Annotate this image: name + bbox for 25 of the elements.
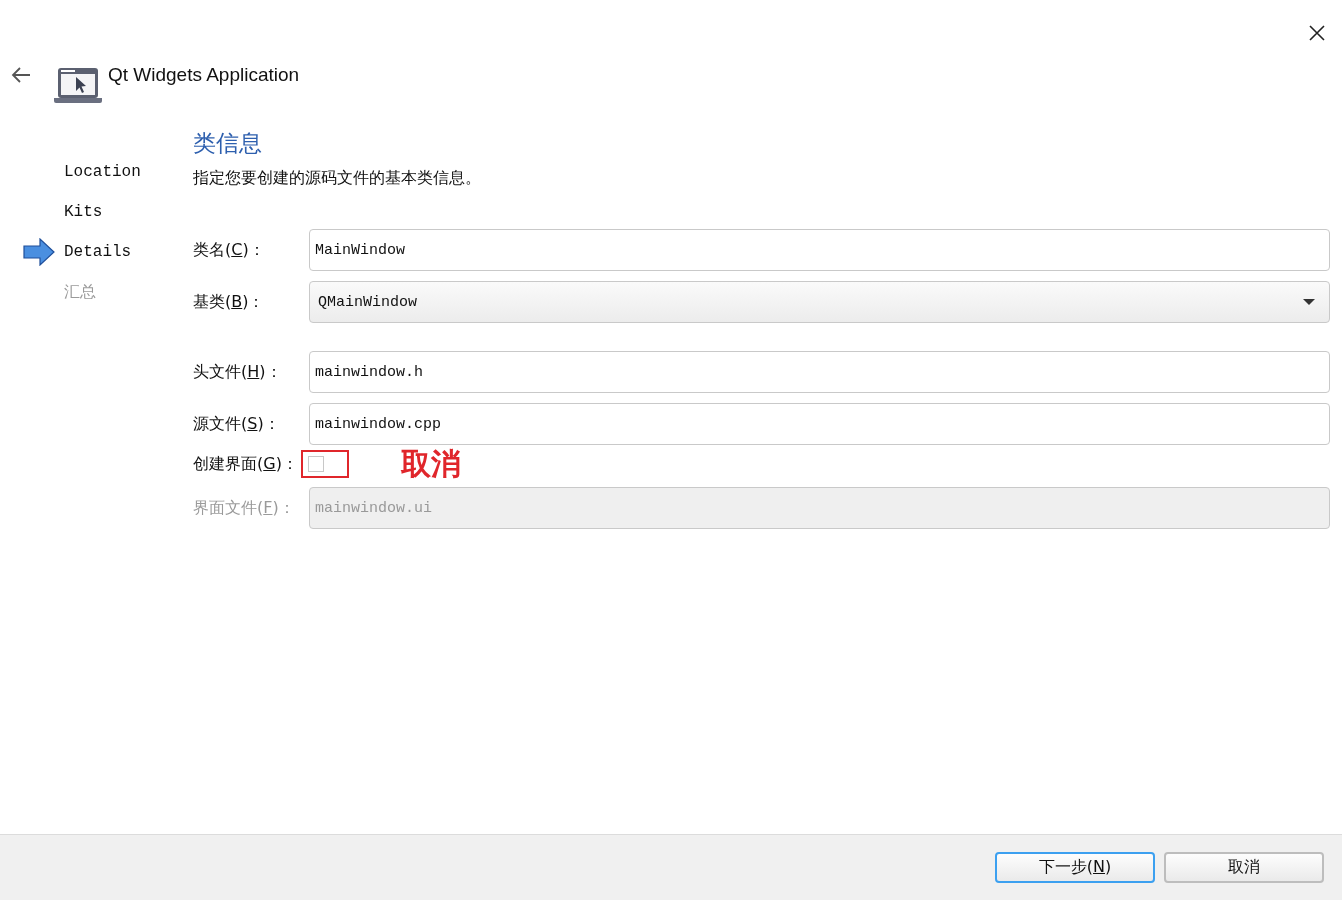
field-label: 源文件(S)： [193, 413, 281, 435]
page-description: 指定您要创建的源码文件的基本类信息。 [193, 168, 482, 189]
close-icon [1308, 24, 1326, 42]
window-title: Qt Widgets Application [108, 64, 300, 86]
wizard-step: Location [64, 163, 141, 181]
wizard-step: Details [64, 243, 132, 261]
field-label: 界面文件(F)： [193, 497, 296, 519]
wizard-step: 汇总 [64, 281, 96, 303]
dropdown[interactable]: QMainWindow [309, 281, 1330, 323]
checkbox[interactable] [308, 456, 324, 472]
annotation-text: 取消 [401, 444, 461, 483]
caret-icon [1303, 299, 1315, 305]
page-heading: 类信息 [193, 129, 263, 158]
field-label: 创建界面(G)： [193, 453, 299, 475]
field-label: 基类(B)： [193, 291, 266, 313]
dialog-button[interactable]: 下一步(N) [995, 852, 1155, 883]
text-field[interactable]: MainWindow [309, 229, 1330, 271]
wizard-step: Kits [64, 203, 103, 221]
text-field[interactable]: mainwindow.cpp [309, 403, 1330, 445]
field-label: 头文件(H)： [193, 361, 283, 383]
laptop-cursor-icon [54, 67, 102, 103]
dialog-button[interactable]: 取消 [1164, 852, 1324, 883]
field-label: 类名(C)： [193, 239, 266, 261]
back-arrow-icon [10, 66, 32, 84]
text-field[interactable]: mainwindow.h [309, 351, 1330, 393]
